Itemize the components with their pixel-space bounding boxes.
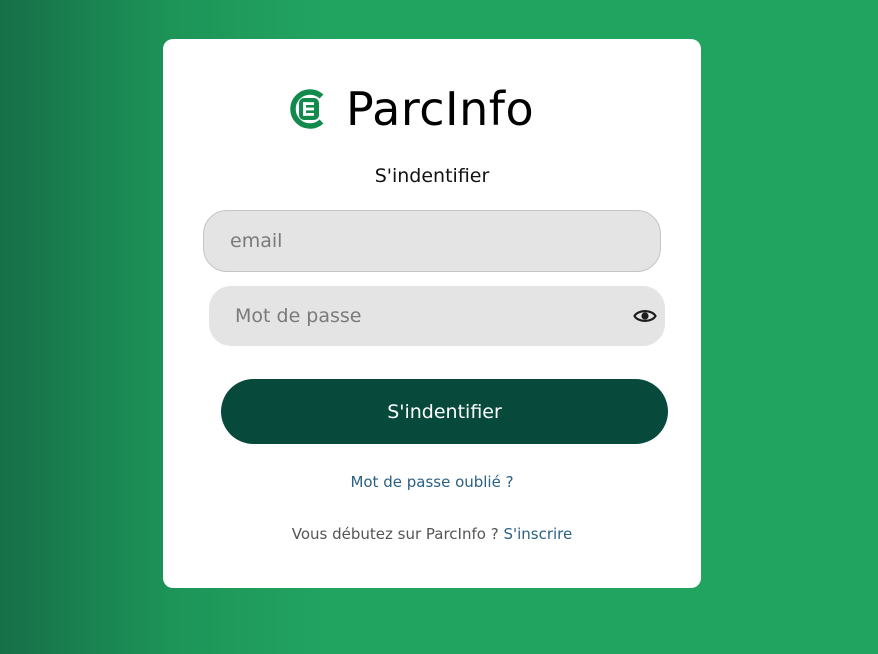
login-title: S'indentifier: [374, 165, 490, 187]
login-button[interactable]: S'indentifier: [221, 379, 668, 444]
signup-row: Vous débutez sur ParcInfo ? S'inscrire: [163, 525, 701, 543]
signup-link[interactable]: S'inscrire: [503, 525, 572, 543]
brand-name: ParcInfo: [346, 82, 535, 136]
brand-logo: ParcInfo: [288, 81, 534, 137]
password-input[interactable]: [209, 286, 665, 346]
eye-icon[interactable]: [633, 305, 657, 327]
brand-e-circle-icon: [290, 89, 324, 129]
email-input[interactable]: [203, 210, 661, 272]
login-card: ParcInfo S'indentifier S'indentifier Mot…: [163, 39, 701, 588]
signup-prompt: Vous débutez sur ParcInfo ?: [291, 525, 504, 543]
forgot-password-link[interactable]: Mot de passe oublié ?: [163, 473, 701, 491]
